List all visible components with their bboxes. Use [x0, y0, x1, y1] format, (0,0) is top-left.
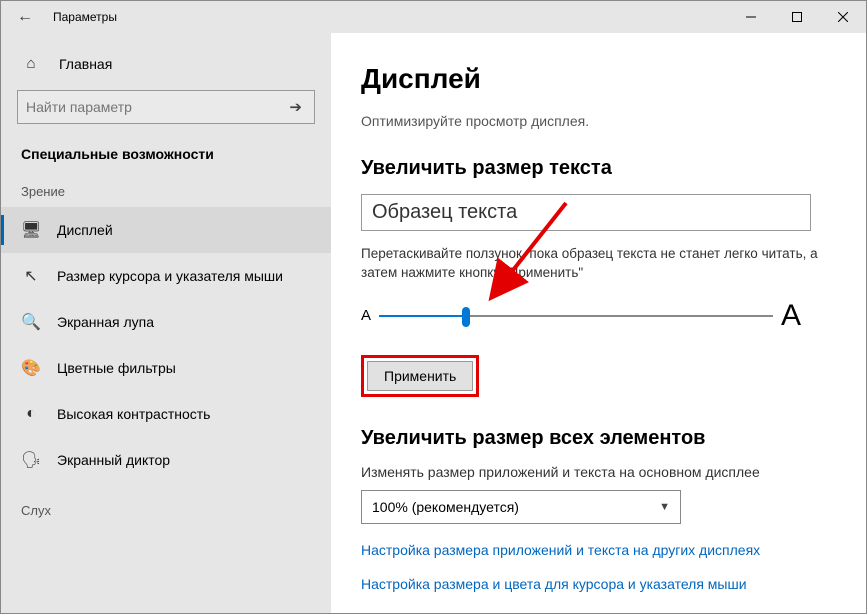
small-a-label: A — [361, 307, 371, 324]
link-other-displays[interactable]: Настройка размера приложений и текста на… — [361, 542, 842, 558]
home-nav[interactable]: ⌂ Главная — [1, 45, 331, 82]
minimize-button[interactable] — [728, 1, 774, 33]
search-icon: ➔ — [285, 98, 306, 116]
all-elements-heading: Увеличить размер всех элементов — [361, 427, 842, 450]
sidebar-item-label: Размер курсора и указателя мыши — [57, 268, 283, 284]
back-button[interactable]: ← — [1, 8, 49, 26]
contrast-icon: ◐ — [21, 405, 41, 423]
sidebar-item-display[interactable]: 🖥 Дисплей — [1, 207, 331, 253]
apply-highlight: Применить — [361, 355, 479, 397]
link-cursor-settings[interactable]: Настройка размера и цвета для курсора и … — [361, 576, 842, 592]
category-hearing: Слух — [1, 483, 331, 526]
text-size-heading: Увеличить размер текста — [361, 157, 842, 180]
sample-text-box: Образец текста — [361, 194, 811, 231]
sidebar-item-cursor[interactable]: ↖ Размер курсора и указателя мыши — [1, 253, 331, 299]
monitor-icon: 🖥 — [21, 220, 41, 240]
sidebar: ⌂ Главная ➔ Специальные возможности Зрен… — [1, 33, 331, 613]
slider-instruction: Перетаскивайте ползунок, пока образец те… — [361, 245, 821, 283]
category-vision: Зрение — [1, 184, 331, 207]
scale-label: Изменять размер приложений и текста на о… — [361, 464, 842, 480]
scale-dropdown-value: 100% (рекомендуется) — [372, 499, 659, 515]
sidebar-item-narrator[interactable]: 🗣 Экранный диктор — [1, 437, 331, 483]
search-box[interactable]: ➔ — [17, 90, 315, 124]
sidebar-item-high-contrast[interactable]: ◐ Высокая контрастность — [1, 391, 331, 437]
sidebar-item-magnifier[interactable]: 🔍 Экранная лупа — [1, 299, 331, 345]
sidebar-item-label: Дисплей — [57, 222, 113, 238]
sidebar-item-label: Экранная лупа — [57, 314, 154, 330]
page-subtitle: Оптимизируйте просмотр дисплея. — [361, 113, 842, 129]
narrator-icon: 🗣 — [21, 450, 41, 470]
sidebar-item-color-filters[interactable]: 🎨 Цветные фильтры — [1, 345, 331, 391]
titlebar: ← Параметры — [1, 1, 866, 33]
window-title: Параметры — [49, 10, 117, 24]
close-button[interactable] — [820, 1, 866, 33]
home-icon: ⌂ — [21, 55, 41, 72]
search-input[interactable] — [26, 99, 285, 115]
home-label: Главная — [59, 56, 112, 72]
sidebar-item-label: Высокая контрастность — [57, 406, 210, 422]
text-size-slider-row: A A — [361, 299, 801, 333]
apply-button[interactable]: Применить — [367, 361, 473, 391]
slider-thumb[interactable] — [462, 307, 470, 327]
main-panel: Дисплей Оптимизируйте просмотр дисплея. … — [331, 33, 866, 613]
text-size-slider[interactable] — [379, 307, 773, 325]
page-title: Дисплей — [361, 63, 842, 95]
sidebar-item-label: Экранный диктор — [57, 452, 170, 468]
maximize-button[interactable] — [774, 1, 820, 33]
sidebar-section-title: Специальные возможности — [1, 142, 331, 184]
large-a-label: A — [781, 299, 801, 333]
sidebar-item-label: Цветные фильтры — [57, 360, 176, 376]
magnifier-icon: 🔍 — [21, 312, 41, 332]
palette-icon: 🎨 — [21, 358, 41, 378]
cursor-icon: ↖ — [21, 266, 41, 286]
scale-dropdown[interactable]: 100% (рекомендуется) ▼ — [361, 490, 681, 524]
chevron-down-icon: ▼ — [659, 501, 670, 513]
